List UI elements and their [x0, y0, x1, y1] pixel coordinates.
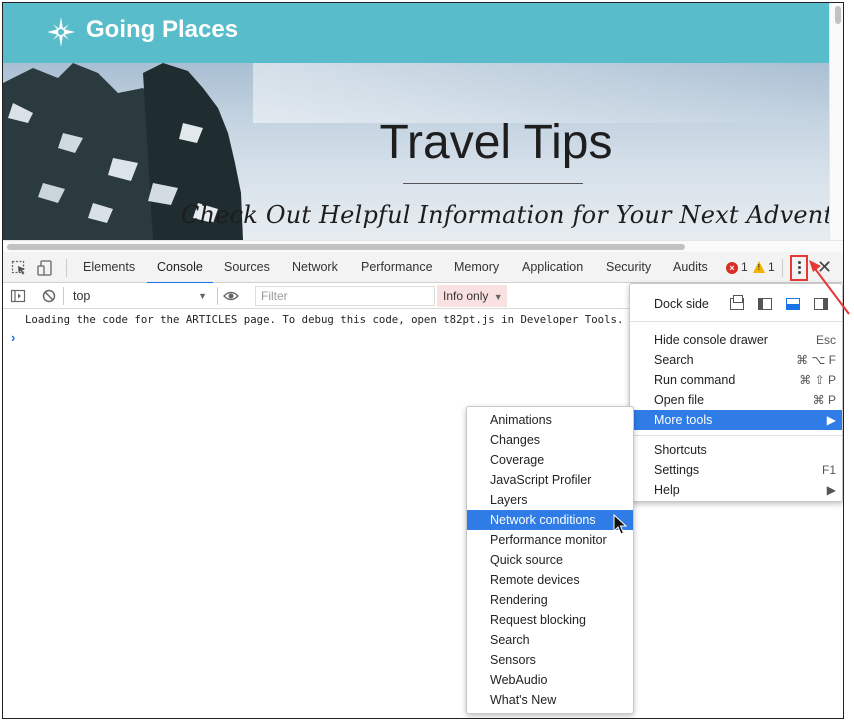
- submenu-item-quick-source[interactable]: Quick source: [467, 550, 633, 570]
- toolbar-divider: [66, 259, 67, 277]
- context-value: top: [73, 289, 91, 303]
- hero-divider: [403, 183, 583, 184]
- site-title[interactable]: Going Places: [86, 16, 238, 44]
- device-toolbar-icon[interactable]: [37, 260, 53, 276]
- tab-console[interactable]: Console: [147, 252, 213, 284]
- submenu-item-request-blocking[interactable]: Request blocking: [467, 610, 633, 630]
- kebab-menu-icon: [798, 261, 801, 276]
- tab-audits[interactable]: Audits: [673, 252, 708, 283]
- hero-subtitle: Check Out Helpful Information for Your N…: [181, 201, 829, 229]
- submenu-item-animations[interactable]: Animations: [467, 410, 633, 430]
- tab-performance[interactable]: Performance: [361, 252, 433, 283]
- hero-banner: Travel Tips Check Out Helpful Informatio…: [3, 63, 829, 240]
- dropdown-arrow-icon: ▼: [493, 292, 503, 302]
- tab-application[interactable]: Application: [522, 252, 583, 283]
- submenu-item-search[interactable]: Search: [467, 630, 633, 650]
- warning-exclamation: !: [757, 263, 761, 272]
- show-sidebar-icon[interactable]: [10, 288, 26, 304]
- menu-item-search[interactable]: Search ⌘ ⌥ F: [630, 350, 842, 370]
- submenu-item-sensors[interactable]: Sensors: [467, 650, 633, 670]
- menu-item-shortcut: F1: [821, 463, 836, 477]
- submenu-item-javascript-profiler[interactable]: JavaScript Profiler: [467, 470, 633, 490]
- submenu-arrow-icon: ▶: [826, 483, 836, 497]
- menu-item-shortcut: ⌘ ⇧ P: [799, 373, 836, 387]
- tab-elements[interactable]: Elements: [83, 252, 135, 283]
- page-vertical-scrollbar[interactable]: [829, 3, 843, 240]
- menu-item-run-command[interactable]: Run command ⌘ ⇧ P: [630, 370, 842, 390]
- console-prompt[interactable]: ›: [11, 330, 15, 345]
- devtools-tab-bar: Elements Console Sources Network Perform…: [3, 252, 843, 284]
- submenu-item-performance-monitor[interactable]: Performance monitor: [467, 530, 633, 550]
- filter-input[interactable]: Filter: [255, 286, 435, 306]
- submenu-item-rendering[interactable]: Rendering: [467, 590, 633, 610]
- submenu-item-whats-new[interactable]: What's New: [467, 690, 633, 710]
- menu-item-label: Hide console drawer: [654, 333, 768, 347]
- dock-bottom-icon[interactable]: [786, 298, 800, 310]
- dock-side-label: Dock side: [654, 297, 709, 311]
- tab-memory[interactable]: Memory: [454, 252, 499, 283]
- toolbar-divider: [217, 287, 218, 305]
- dock-left-icon[interactable]: [758, 298, 772, 310]
- menu-item-settings[interactable]: Settings F1: [630, 460, 842, 480]
- context-select[interactable]: top ▼: [69, 286, 209, 306]
- inspect-element-icon[interactable]: [11, 260, 27, 276]
- menu-item-label: Settings: [654, 463, 700, 477]
- undock-icon[interactable]: [730, 295, 744, 310]
- log-level-select[interactable]: Info only ▼: [437, 285, 507, 307]
- error-icon[interactable]: ×: [726, 262, 738, 274]
- compass-star-logo: [47, 17, 75, 47]
- annotation-arrow-icon: [809, 260, 850, 315]
- submenu-arrow-icon: ▶: [826, 413, 836, 427]
- tab-security[interactable]: Security: [606, 252, 651, 283]
- console-message: Loading the code for the ARTICLES page. …: [25, 313, 624, 326]
- menu-item-label: Shortcuts: [654, 443, 707, 457]
- menu-item-help[interactable]: Help ▶: [630, 480, 842, 500]
- menu-item-shortcut: ⌘ P: [812, 393, 836, 407]
- menu-item-label: Open file: [654, 393, 705, 407]
- dropdown-arrow-icon: ▼: [198, 291, 207, 301]
- submenu-item-coverage[interactable]: Coverage: [467, 450, 633, 470]
- submenu-item-layers[interactable]: Layers: [467, 490, 633, 510]
- site-header: Going Places: [3, 3, 829, 63]
- warning-count[interactable]: 1: [768, 260, 775, 274]
- toolbar-divider: [782, 259, 783, 277]
- menu-separator: [630, 435, 842, 436]
- menu-item-more-tools[interactable]: More tools ▶: [630, 410, 842, 430]
- page-horizontal-scrollbar[interactable]: [3, 240, 843, 252]
- submenu-item-remote-devices[interactable]: Remote devices: [467, 570, 633, 590]
- more-tools-submenu: Animations Changes Coverage JavaScript P…: [466, 406, 634, 714]
- hero-title: Travel Tips: [379, 116, 613, 169]
- live-expression-eye-icon[interactable]: [223, 288, 239, 304]
- tab-network[interactable]: Network: [292, 252, 338, 283]
- menu-item-shortcut: ⌘ ⌥ F: [796, 353, 836, 367]
- horizontal-scroll-thumb[interactable]: [7, 244, 685, 250]
- menu-item-hide-console-drawer[interactable]: Hide console drawer Esc: [630, 330, 842, 350]
- menu-item-label: Search: [654, 353, 694, 367]
- menu-item-shortcut: Esc: [815, 333, 836, 347]
- error-count[interactable]: 1: [741, 260, 748, 274]
- menu-item-label: Help: [654, 483, 680, 497]
- submenu-item-changes[interactable]: Changes: [467, 430, 633, 450]
- browser-window: Going Places Travel Tips Check Out Helpf…: [2, 2, 844, 719]
- vertical-scroll-thumb[interactable]: [835, 6, 841, 24]
- toolbar-divider: [63, 287, 64, 305]
- log-level-value: Info only: [443, 289, 489, 303]
- menu-item-label: More tools: [654, 413, 713, 427]
- menu-item-label: Run command: [654, 373, 736, 387]
- menu-item-shortcuts[interactable]: Shortcuts: [630, 440, 842, 460]
- submenu-item-network-conditions[interactable]: Network conditions: [467, 510, 633, 530]
- clear-console-icon[interactable]: [41, 288, 57, 304]
- submenu-item-webaudio[interactable]: WebAudio: [467, 670, 633, 690]
- menu-item-open-file[interactable]: Open file ⌘ P: [630, 390, 842, 410]
- mouse-cursor-icon: [613, 514, 627, 535]
- tab-sources[interactable]: Sources: [224, 252, 270, 283]
- menu-separator: [630, 321, 842, 322]
